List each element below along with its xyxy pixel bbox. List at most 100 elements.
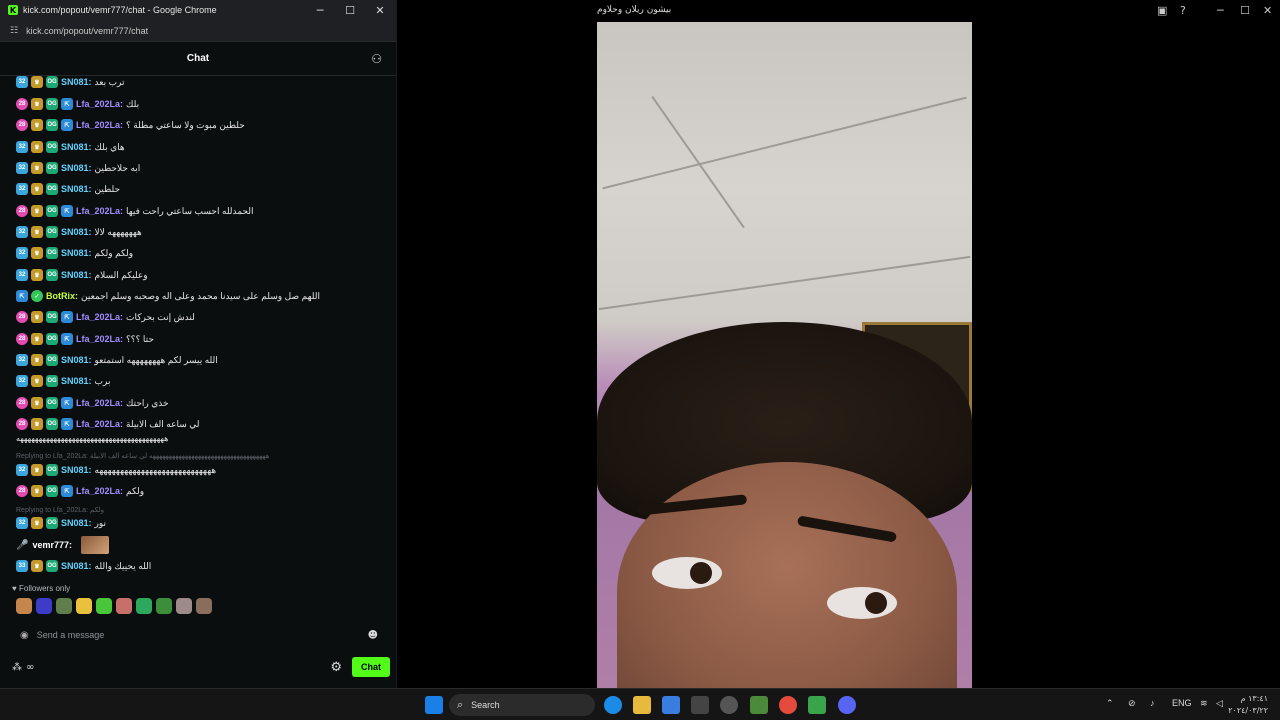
gear-icon[interactable]: ⚙	[330, 660, 342, 675]
chat-message[interactable]: 28 ♛ OG ⇱ Lfa_202La: الحمدلله احسب ساعتي راحت…	[16, 202, 393, 220]
chrome-icon[interactable]	[779, 696, 797, 714]
microphone-icon[interactable]: ♪	[1150, 698, 1155, 708]
language-indicator[interactable]: ENG	[1172, 698, 1192, 708]
chat-message[interactable]: 33 ♛ OG SN081: الله يحييك والله	[16, 557, 393, 575]
send-chat-button[interactable]: Chat	[352, 657, 390, 677]
message-input-box[interactable]: ◉ ☻	[12, 624, 384, 646]
chat-username[interactable]: SN081:	[61, 518, 92, 528]
og-badge-icon: OG	[46, 354, 58, 366]
chat-message[interactable]: 32 ♛ OG SN081: برب	[16, 372, 393, 390]
chat-message[interactable]: 28 ♛ OG ⇱ Lfa_202La: حلطين مبوت ولا ساعتي مطل…	[16, 116, 393, 134]
chat-username[interactable]: SN081:	[61, 355, 92, 365]
network-icon[interactable]: ⊘	[1128, 698, 1136, 709]
chat-message[interactable]: 32 ♛ OG SN081: ابه حلاحطين	[16, 159, 393, 177]
chat-message[interactable]: 🎤 vemr777:	[16, 536, 393, 554]
chat-username[interactable]: vemr777:	[32, 540, 72, 550]
chat-message[interactable]: 28 ♛ OG ⇱ Lfa_202La: حتا ؟؟؟	[16, 330, 393, 348]
stream-video[interactable]	[597, 22, 972, 688]
chat-message[interactable]: 32 ♛ OG SN081: وعليكم السلام	[16, 266, 393, 284]
chat-username[interactable]: Lfa_202La:	[76, 486, 123, 496]
points-icon[interactable]: ⁂	[12, 662, 22, 673]
app-icon[interactable]	[691, 696, 709, 714]
chat-message[interactable]: 28 ♛ OG ⇱ Lfa_202La: بلك	[16, 95, 393, 113]
emote-icon[interactable]	[136, 598, 152, 614]
chat-message[interactable]: 32 ♛ OG SN081: الله ييسر لكم ههههههههه استمت…	[16, 351, 393, 369]
edge-icon[interactable]	[604, 696, 622, 714]
chat-username[interactable]: Lfa_202La:	[76, 398, 123, 408]
emote-icon[interactable]	[116, 598, 132, 614]
chat-message[interactable]: 32 ♛ OG SN081: نور	[16, 514, 393, 532]
emote-image[interactable]	[80, 536, 109, 554]
wifi-icon[interactable]: ≋	[1200, 698, 1208, 709]
emote-icon[interactable]	[176, 598, 192, 614]
site-info-icon[interactable]: ☷	[10, 26, 18, 36]
chat-username[interactable]: Lfa_202La:	[76, 99, 123, 109]
emoji-icon[interactable]: ☻	[368, 630, 378, 641]
emote-icon[interactable]	[56, 598, 72, 614]
vip-badge-icon: ⇱	[61, 119, 73, 131]
chat-message[interactable]: 32 ♛ OG SN081: هاي بلك	[16, 138, 393, 156]
chat-username[interactable]: SN081:	[61, 270, 92, 280]
emote-icon[interactable]	[96, 598, 112, 614]
emote-icon[interactable]	[196, 598, 212, 614]
chat-message[interactable]: 28 ♛ OG ⇱ Lfa_202La: لندش إنت بحركات	[16, 308, 393, 326]
chat-username[interactable]: Lfa_202La:	[76, 206, 123, 216]
emote-icon[interactable]	[76, 598, 92, 614]
chat-message[interactable]: 32 ♛ OG SN081: ههههههههههههههههههههههههههههه	[16, 461, 393, 479]
close-button[interactable]: ✕	[365, 0, 395, 20]
subscriber-badge-icon: 28	[16, 119, 28, 131]
subscriber-badge-icon: 32	[16, 162, 28, 174]
chat-username[interactable]: Lfa_202La:	[76, 334, 123, 344]
discord-icon[interactable]	[838, 696, 856, 714]
chat-username[interactable]: SN081:	[61, 465, 92, 475]
chat-message[interactable]: ⇱ ✓ BotRix: اللهم صل وسلم على سيدنا محمد وع…	[16, 287, 393, 305]
chat-username[interactable]: SN081:	[61, 142, 92, 152]
chat-message-text: حتا ؟؟؟	[126, 333, 154, 344]
chat-message[interactable]: 32 ♛ OG SN081: هههههههه لالا	[16, 223, 393, 241]
volume-icon[interactable]: ◁	[1216, 698, 1223, 709]
chat-username[interactable]: BotRix:	[46, 291, 78, 301]
chat-username[interactable]: Lfa_202La:	[76, 312, 123, 322]
app-icon[interactable]	[720, 696, 738, 714]
chat-message[interactable]: 28 ♛ OG ⇱ Lfa_202La: لي ساعه الف الابيلة	[16, 415, 393, 433]
crown-badge-icon: ♛	[31, 333, 43, 345]
clock[interactable]: ١٣:٤١ م ٢٠٢٤/٠٣/٢٢	[1228, 693, 1268, 717]
og-badge-icon: OG	[46, 397, 58, 409]
maximize-button[interactable]: ☐	[1240, 4, 1250, 17]
close-button[interactable]: ✕	[1263, 4, 1272, 17]
emote-icon[interactable]	[16, 598, 32, 614]
chat-username[interactable]: SN081:	[61, 77, 92, 87]
chat-username[interactable]: SN081:	[61, 184, 92, 194]
minimize-button[interactable]: ─	[305, 0, 335, 20]
minimize-button[interactable]: ─	[1217, 4, 1224, 17]
emote-icon[interactable]	[156, 598, 172, 614]
mention-icon[interactable]: ◉	[20, 630, 29, 641]
address-bar[interactable]: ☷ kick.com/popout/vemr777/chat	[0, 20, 396, 42]
taskbar-search[interactable]: ⌕ Search	[449, 694, 595, 716]
emote-icon[interactable]	[36, 598, 52, 614]
start-icon[interactable]	[425, 696, 443, 714]
chat-message[interactable]: 32 ♛ OG SN081: ولكم ولكم	[16, 244, 393, 262]
store-icon[interactable]	[662, 696, 680, 714]
chat-username[interactable]: Lfa_202La:	[76, 419, 123, 429]
chat-username[interactable]: SN081:	[61, 376, 92, 386]
picture-in-picture-icon[interactable]: ▣	[1157, 4, 1167, 17]
file-explorer-icon[interactable]	[633, 696, 651, 714]
chat-username[interactable]: SN081:	[61, 248, 92, 258]
chat-message[interactable]: 32 ♛ OG SN081: ترب بعد	[16, 76, 393, 91]
message-input[interactable]	[36, 630, 337, 640]
maximize-button[interactable]: ☐	[335, 0, 365, 20]
app-icon[interactable]	[808, 696, 826, 714]
chat-username[interactable]: SN081:	[61, 561, 92, 571]
chat-message[interactable]: 28 ♛ OG ⇱ Lfa_202La: خذي راحتك	[16, 394, 393, 412]
chat-username[interactable]: SN081:	[61, 163, 92, 173]
chat-username[interactable]: SN081:	[61, 227, 92, 237]
chat-message-list[interactable]: 32 ♛ OG SN081: ترب بعد 28 ♛ OG ⇱ Lfa_202La: بلك 28 ♛…	[0, 76, 397, 576]
user-list-icon[interactable]: ⚇	[371, 52, 382, 66]
chevron-up-icon[interactable]: ⌃	[1106, 698, 1114, 709]
chat-username[interactable]: Lfa_202La:	[76, 120, 123, 130]
app-icon[interactable]	[750, 696, 768, 714]
chat-message[interactable]: 32 ♛ OG SN081: حلطين	[16, 180, 393, 198]
help-icon[interactable]: ?	[1180, 4, 1186, 17]
chat-message[interactable]: 28 ♛ OG ⇱ Lfa_202La: ولكم	[16, 482, 393, 500]
